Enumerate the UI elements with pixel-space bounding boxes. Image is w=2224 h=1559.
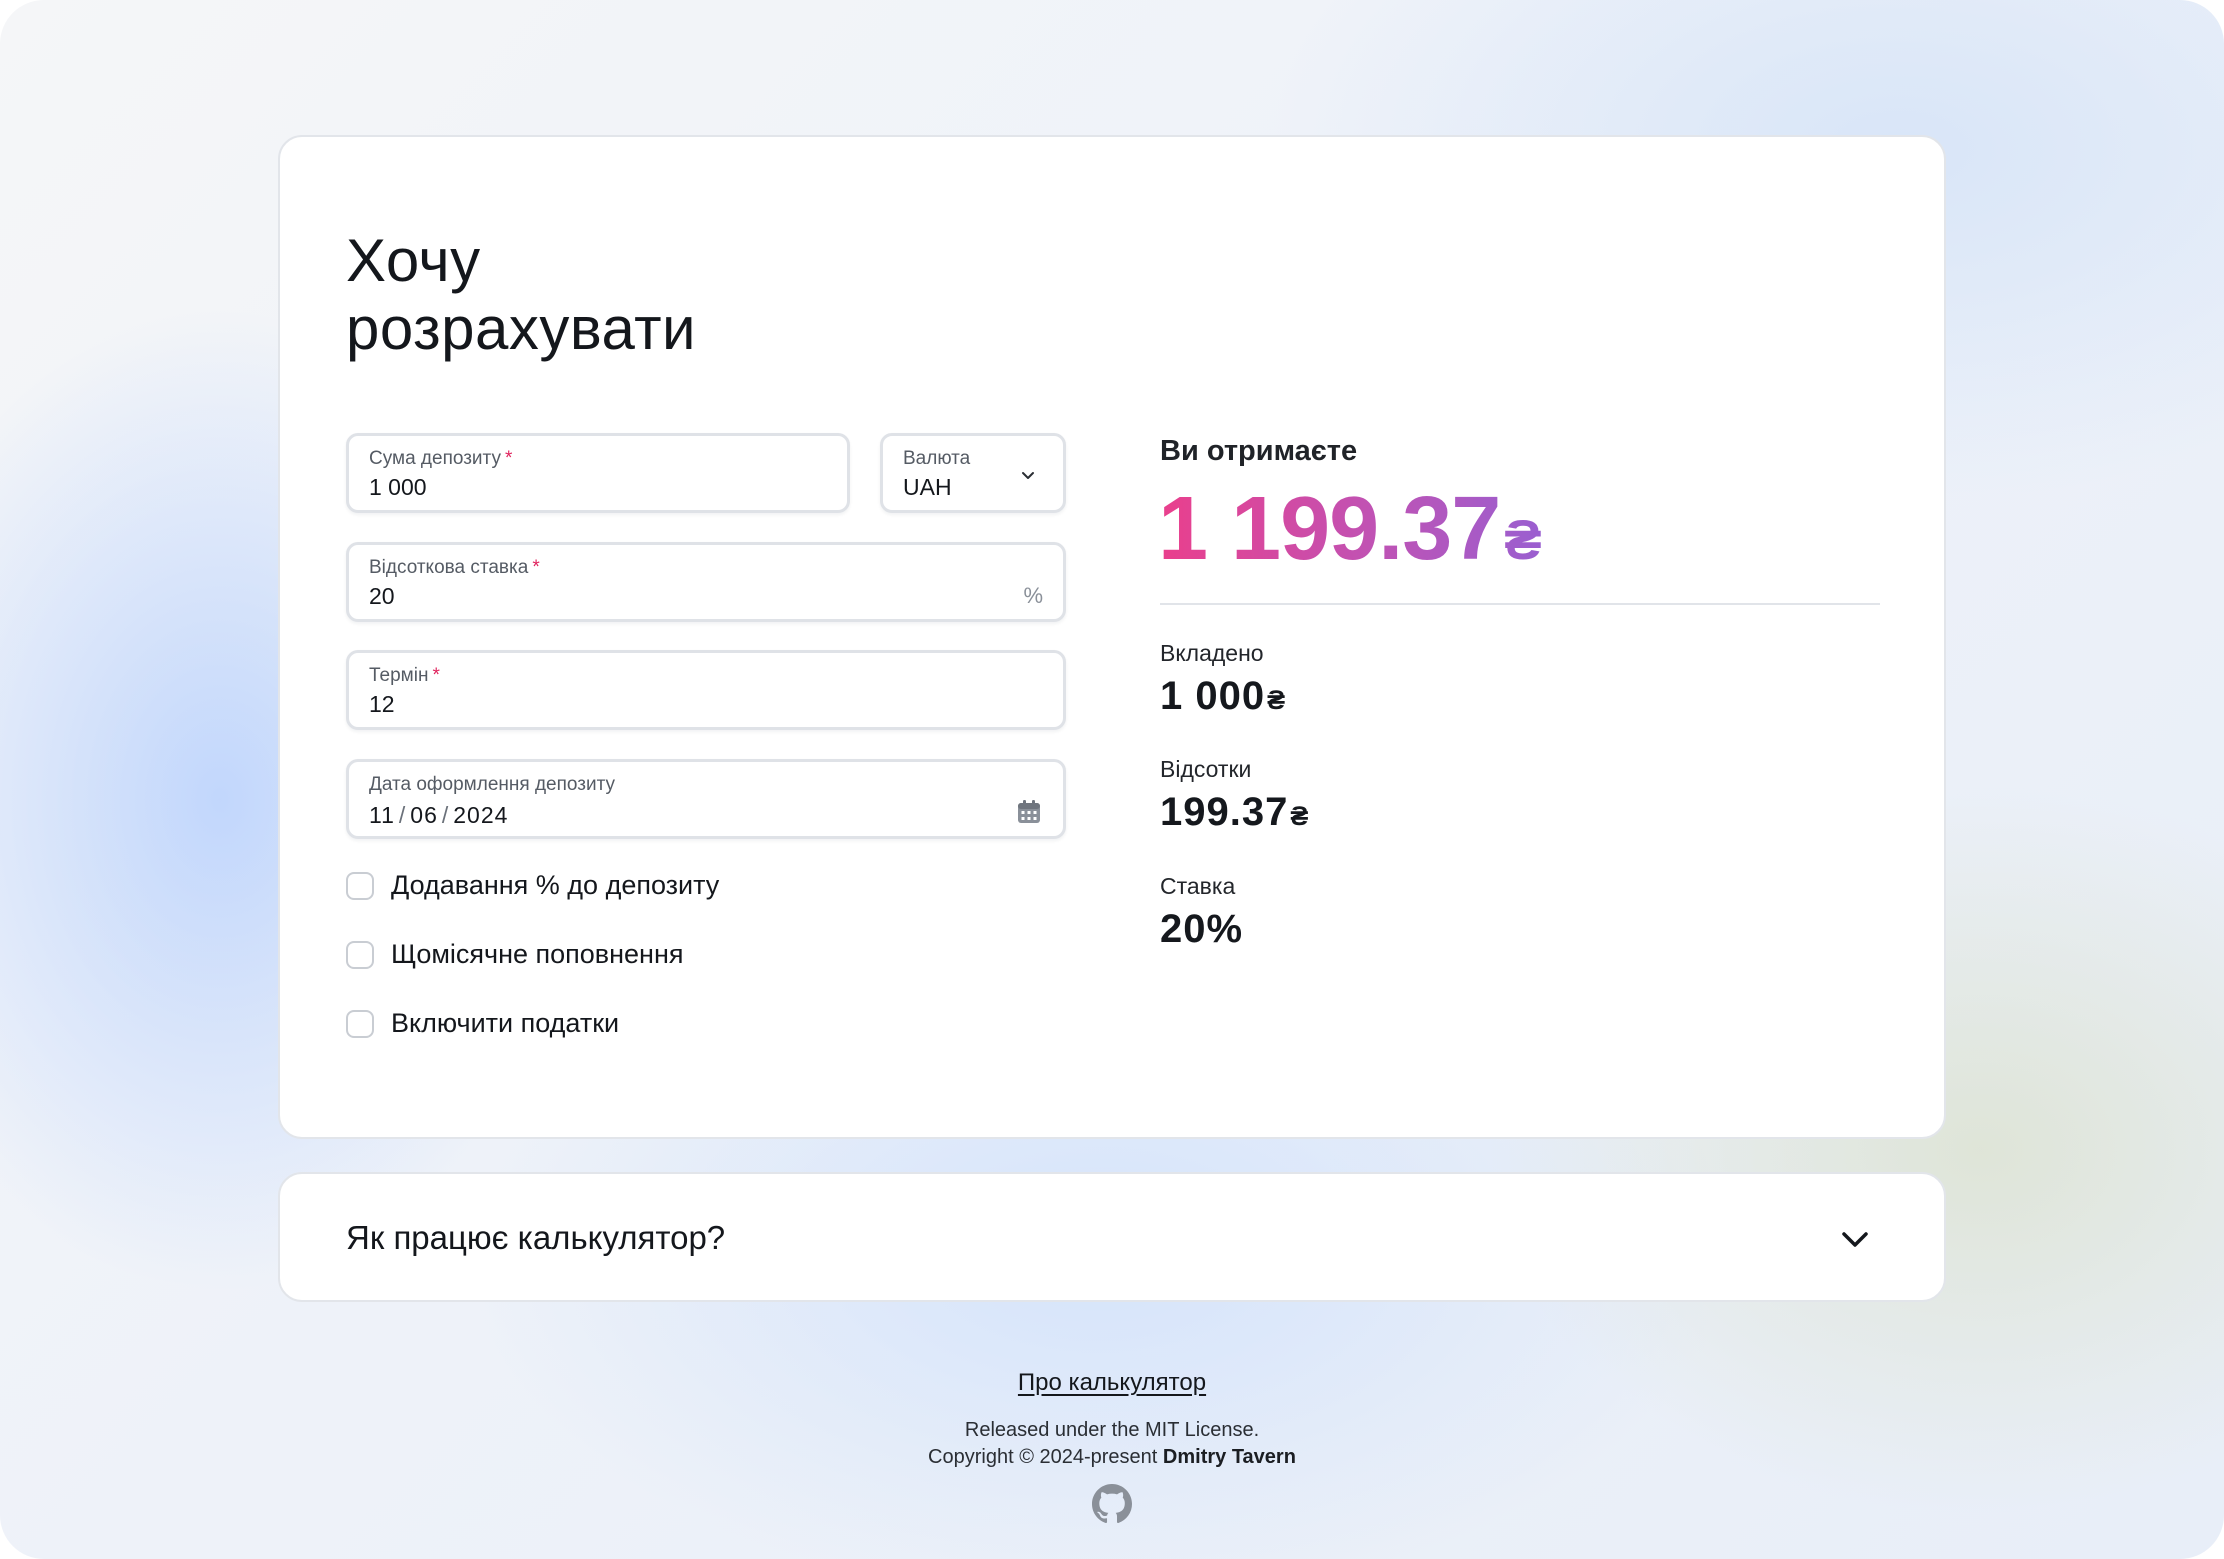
result-label: Ви отримаєте	[1160, 435, 1358, 467]
deposit-amount-input[interactable]: 1 000	[369, 474, 767, 501]
required-mark: *	[532, 557, 540, 578]
github-icon[interactable]	[1092, 1484, 1132, 1524]
date-year: 2024	[453, 802, 509, 828]
interest-rate-field[interactable]: Відсоткова ставка * 20 %	[346, 542, 1066, 622]
title-line-2: розрахувати	[346, 295, 697, 362]
divider	[1160, 603, 1880, 605]
interest-label: Відсотки	[1160, 756, 1252, 782]
deposit-date-field[interactable]: Дата оформлення депозиту 11/06/2024	[346, 759, 1066, 839]
date-month: 06	[410, 802, 438, 828]
currency-symbol: ₴	[1267, 685, 1287, 715]
footer-license: Released under the MIT License. Copyrigh…	[0, 1417, 2224, 1471]
deposit-amount-field[interactable]: Сума депозиту * 1 000	[346, 433, 850, 513]
interest-rate-input[interactable]: 20	[369, 583, 940, 610]
result-total-value: 1 199.37	[1158, 479, 1501, 579]
checkbox-box[interactable]	[346, 871, 374, 900]
author-name: Dmitry Tavern	[1162, 1446, 1296, 1468]
deposit-amount-label: Сума депозиту *	[369, 448, 513, 469]
interest-rate-label: Відсоткова ставка *	[369, 557, 540, 578]
checkbox-label: Щомісячне поповнення	[391, 939, 684, 969]
checkbox-monthly-topup[interactable]: Щомісячне поповнення	[346, 939, 684, 970]
checkbox-label: Додавання % до депозиту	[391, 870, 720, 900]
checkbox-include-taxes[interactable]: Включити податки	[346, 1008, 619, 1039]
term-field[interactable]: Термін * 12	[346, 650, 1066, 730]
deposit-date-input[interactable]: 11/06/2024	[369, 802, 940, 829]
title-line-1: Хочу	[346, 227, 481, 294]
checkbox-box[interactable]	[346, 1009, 374, 1038]
calendar-icon[interactable]	[1015, 798, 1043, 826]
interest-value: 199.37₴	[1160, 790, 1310, 834]
term-label: Термін *	[369, 665, 440, 686]
checkbox-box[interactable]	[346, 940, 374, 969]
rate-label: Ставка	[1160, 873, 1236, 899]
chevron-down-icon	[1022, 472, 1034, 479]
page-title: Хочу розрахувати	[346, 227, 696, 363]
about-calculator-link[interactable]: Про калькулятор	[1018, 1369, 1206, 1396]
result-total: 1 199.37₴	[1158, 479, 1541, 590]
percent-suffix: %	[1023, 583, 1043, 608]
invested-label: Вкладено	[1160, 640, 1264, 666]
deposit-date-label: Дата оформлення депозиту	[369, 774, 615, 795]
copyright-line: Copyright © 2024-present Dmitry Tavern	[928, 1446, 1296, 1468]
invested-value: 1 000₴	[1160, 674, 1287, 718]
license-line: Released under the MIT License.	[964, 1419, 1260, 1441]
term-input[interactable]: 12	[369, 691, 940, 718]
faq-accordion[interactable]: Як працює калькулятор?	[278, 1172, 1946, 1302]
calculator-card: Хочу розрахувати Сума депозиту * 1 000 Ва…	[278, 135, 1946, 1139]
required-mark: *	[504, 448, 513, 469]
checkbox-add-interest[interactable]: Додавання % до депозиту	[346, 870, 719, 901]
checkbox-label: Включити податки	[391, 1008, 620, 1038]
currency-symbol: ₴	[1504, 508, 1541, 571]
currency-label: Валюта	[903, 448, 971, 469]
page: Хочу розрахувати Сума депозиту * 1 000 Ва…	[0, 0, 2224, 1559]
chevron-down-icon[interactable]	[1838, 1222, 1872, 1256]
footer-about: Про калькулятор	[0, 1369, 2224, 1397]
faq-question: Як працює калькулятор?	[346, 1219, 726, 1256]
required-mark: *	[432, 665, 440, 686]
currency-select[interactable]: Валюта UAH	[880, 433, 1066, 513]
date-day: 11	[369, 802, 395, 828]
currency-symbol: ₴	[1290, 801, 1310, 831]
rate-value: 20%	[1160, 907, 1244, 951]
